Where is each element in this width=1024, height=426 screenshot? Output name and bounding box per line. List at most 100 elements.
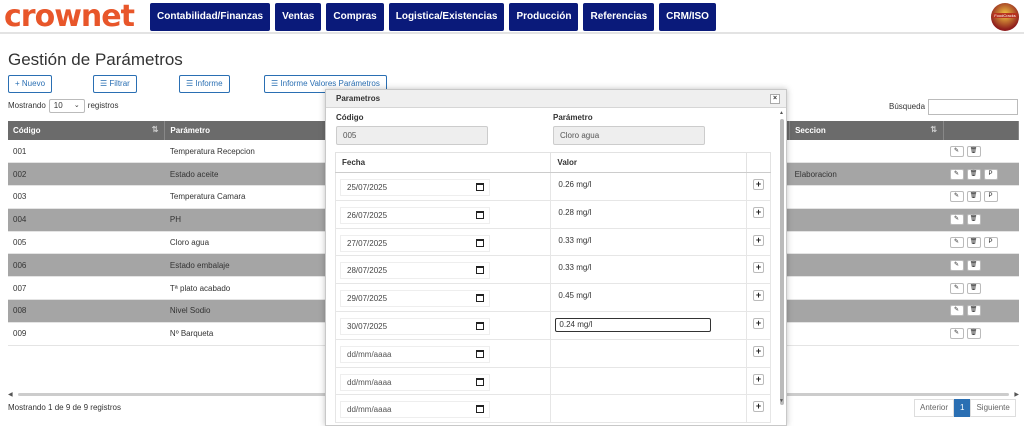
date-input[interactable]: 25/07/2025 — [340, 179, 490, 196]
cell-codigo: 009 — [8, 322, 165, 346]
p-button[interactable]: P — [983, 191, 998, 203]
date-input[interactable]: 27/07/2025 — [340, 234, 490, 252]
edit-icon[interactable]: ✎ — [949, 259, 964, 271]
nav-produccion[interactable]: Producción — [509, 3, 579, 31]
delete-icon[interactable]: 🗑 — [966, 282, 981, 294]
p-button[interactable]: P — [983, 168, 998, 180]
edit-icon[interactable]: ✎ — [949, 191, 964, 203]
date-input[interactable]: 30/07/2025 — [340, 317, 490, 335]
edit-icon[interactable]: ✎ — [949, 145, 964, 157]
page-1-button[interactable]: 1 — [954, 399, 971, 417]
nav-logistica[interactable]: Logistica/Existencias — [388, 3, 505, 31]
prev-page-button[interactable]: Anterior — [914, 399, 955, 417]
cell-valor: 0.28 mg/l — [550, 199, 748, 229]
value-input[interactable] — [555, 401, 711, 415]
col-seccion[interactable]: Seccion ⇅ — [789, 121, 945, 140]
value-input[interactable]: 0.24 mg/l — [555, 317, 712, 332]
delete-icon[interactable]: 🗑 — [966, 328, 981, 340]
badge-text: FoodCracks — [993, 13, 1017, 18]
length-suffix: registros — [87, 101, 119, 111]
cell-valor — [550, 394, 748, 424]
value-input[interactable]: 0.45 mg/l — [555, 290, 711, 304]
edit-icon[interactable]: ✎ — [949, 168, 964, 180]
search-label: Búsqueda — [889, 102, 926, 112]
cell-actions: ✎ 🗑 — [943, 208, 1019, 232]
calendar-icon[interactable] — [476, 377, 484, 386]
add-icon[interactable]: + — [753, 345, 765, 357]
calendar-icon[interactable] — [476, 349, 484, 358]
page-length-select[interactable]: 10 ⌄ — [48, 99, 85, 113]
date-input[interactable]: 26/07/2025 — [340, 206, 490, 224]
add-icon[interactable]: + — [753, 206, 765, 218]
date-value: dd/mm/aaaa — [347, 349, 392, 359]
modal-title: Parametros — [336, 94, 381, 103]
parametro-field[interactable]: Cloro agua — [553, 126, 705, 145]
date-input[interactable]: dd/mm/aaaa — [340, 401, 490, 419]
close-icon[interactable]: × — [770, 94, 780, 104]
modal-scroll-thumb[interactable] — [780, 119, 784, 405]
calendar-icon[interactable] — [476, 238, 484, 247]
col-codigo[interactable]: Código ⇅ — [8, 121, 166, 140]
modal-vertical-scrollbar[interactable]: ▲ ▼ — [779, 110, 785, 425]
calendar-icon[interactable] — [476, 266, 484, 275]
search-input[interactable] — [928, 99, 1019, 115]
foodcracks-badge-icon[interactable]: FoodCracks — [991, 3, 1019, 31]
scroll-up-icon[interactable]: ▲ — [779, 110, 784, 116]
cell-seccion — [789, 185, 944, 209]
col-seccion-label: Seccion — [795, 126, 826, 135]
calendar-icon[interactable] — [476, 294, 484, 303]
scroll-left-icon[interactable]: ◀ — [8, 391, 13, 398]
nav-ventas[interactable]: Ventas — [275, 3, 322, 31]
add-icon[interactable]: + — [753, 234, 765, 246]
calendar-icon[interactable] — [476, 405, 484, 414]
scroll-down-icon[interactable]: ▼ — [779, 398, 784, 404]
cell-seccion — [789, 231, 944, 255]
value-input[interactable] — [555, 346, 711, 360]
nav-contabilidad[interactable]: Contabilidad/Finanzas — [150, 3, 271, 31]
informe-button[interactable]: ☰ Informe — [179, 75, 230, 93]
edit-icon[interactable]: ✎ — [949, 328, 964, 340]
calendar-icon[interactable] — [476, 183, 484, 191]
delete-icon[interactable]: 🗑 — [966, 145, 981, 157]
edit-icon[interactable]: ✎ — [949, 237, 964, 249]
date-input[interactable]: 28/07/2025 — [340, 262, 490, 280]
cell-fecha: 26/07/2025 — [334, 199, 552, 229]
date-input[interactable]: dd/mm/aaaa — [340, 345, 490, 363]
value-input[interactable]: 0.33 mg/l — [555, 235, 711, 249]
delete-icon[interactable]: 🗑 — [966, 259, 981, 271]
date-input[interactable]: 29/07/2025 — [340, 290, 490, 308]
value-input[interactable]: 0.28 mg/l — [555, 207, 711, 221]
add-icon[interactable]: + — [753, 317, 765, 329]
add-icon[interactable]: + — [753, 401, 765, 413]
edit-icon[interactable]: ✎ — [949, 305, 964, 317]
value-input[interactable] — [555, 374, 711, 388]
delete-icon[interactable]: 🗑 — [966, 214, 981, 226]
nuevo-button[interactable]: + Nuevo — [8, 75, 53, 93]
value-input[interactable]: 0.26 mg/l — [555, 179, 711, 193]
add-icon[interactable]: + — [753, 179, 765, 190]
crownet-logo[interactable]: crownet — [4, 0, 135, 34]
filtrar-button[interactable]: ☰ Filtrar — [93, 75, 137, 93]
add-icon[interactable]: + — [753, 290, 765, 302]
nav-crm-iso[interactable]: CRM/ISO — [659, 3, 716, 31]
calendar-icon[interactable] — [476, 321, 484, 330]
value-input[interactable]: 0.33 mg/l — [555, 262, 711, 276]
calendar-icon[interactable] — [476, 210, 484, 219]
delete-icon[interactable]: 🗑 — [966, 191, 981, 203]
edit-icon[interactable]: ✎ — [949, 214, 964, 226]
edit-icon[interactable]: ✎ — [949, 282, 964, 294]
sort-icon: ⇅ — [151, 125, 159, 134]
add-icon[interactable]: + — [753, 373, 765, 385]
nav-compras[interactable]: Compras — [326, 3, 384, 31]
p-button[interactable]: P — [983, 237, 998, 249]
date-input[interactable]: dd/mm/aaaa — [340, 373, 490, 391]
codigo-field[interactable]: 005 — [336, 126, 488, 145]
value-row: 30/07/2025 0.24 mg/l + — [334, 310, 771, 340]
nav-referencias[interactable]: Referencias — [583, 3, 655, 31]
delete-icon[interactable]: 🗑 — [966, 237, 981, 249]
delete-icon[interactable]: 🗑 — [966, 168, 981, 180]
scroll-right-icon[interactable]: ▶ — [1014, 391, 1019, 398]
add-icon[interactable]: + — [753, 262, 765, 274]
delete-icon[interactable]: 🗑 — [966, 305, 981, 317]
next-page-button[interactable]: Siguiente — [970, 399, 1016, 417]
